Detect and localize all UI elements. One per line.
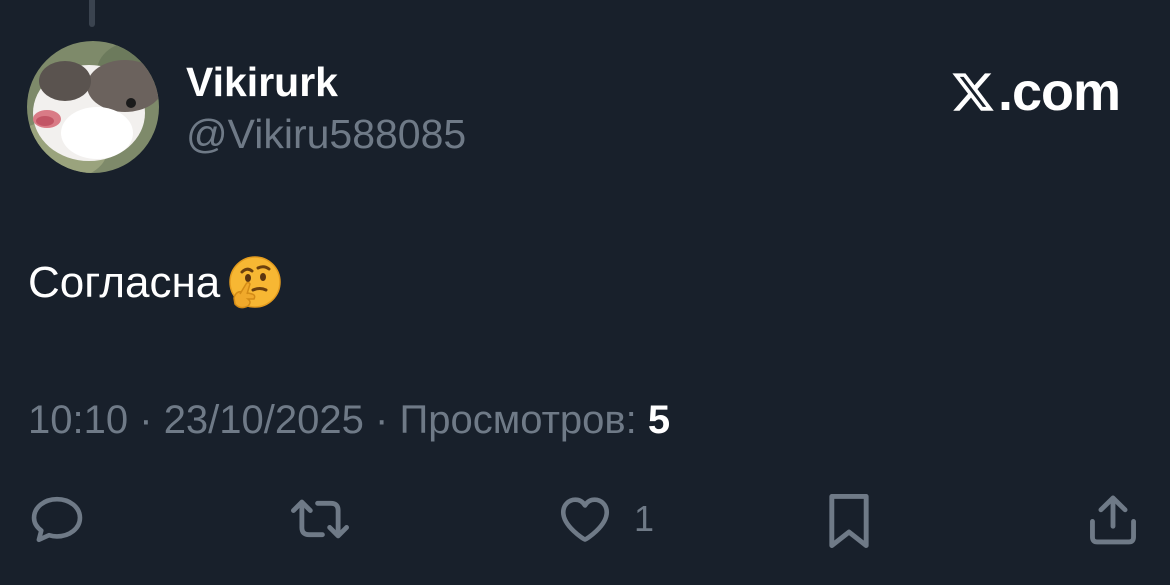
brand-domain-text: .com xyxy=(997,62,1121,122)
post-date[interactable]: 23/10/2025 xyxy=(164,398,364,442)
meta-separator: · xyxy=(375,398,389,442)
share-button[interactable] xyxy=(1084,490,1142,548)
share-icon xyxy=(1090,495,1136,545)
repost-icon xyxy=(290,499,349,539)
brand-xcom: .com xyxy=(950,62,1121,122)
views-label: Просмотров: xyxy=(399,398,637,442)
repost-button[interactable] xyxy=(288,490,372,548)
thinking-face-emoji xyxy=(229,256,281,309)
views-count: 5 xyxy=(647,398,671,442)
like-count: 1 xyxy=(634,498,655,539)
thread-connector-line xyxy=(89,0,95,27)
author-handle[interactable]: @Vikiru588085 xyxy=(186,110,466,158)
x-logo-icon xyxy=(952,73,994,111)
meta-separator: · xyxy=(139,398,153,442)
author-display-name[interactable]: Vikirurk xyxy=(186,58,338,106)
avatar[interactable] xyxy=(27,41,159,173)
bookmark-icon xyxy=(829,494,869,548)
post-body: Согласна xyxy=(28,254,284,312)
post-text: Согласна xyxy=(28,258,221,307)
reply-icon xyxy=(31,496,83,543)
post-metadata: 10:10 · 23/10/2025 · Просмотров: 5 xyxy=(28,396,670,444)
like-button[interactable]: 1 xyxy=(556,490,654,548)
avatar-image xyxy=(27,41,159,173)
post-time[interactable]: 10:10 xyxy=(28,398,128,442)
bookmark-button[interactable] xyxy=(822,490,876,552)
reply-button[interactable] xyxy=(28,490,86,548)
heart-icon xyxy=(560,497,610,542)
